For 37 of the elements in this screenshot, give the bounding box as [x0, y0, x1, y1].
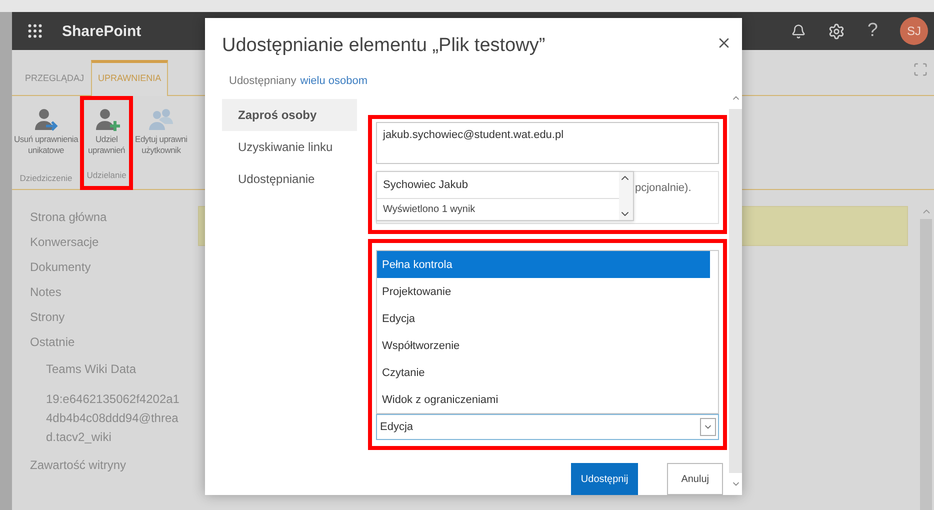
recipient-field[interactable]: jakub.sychowiec@student.wat.edu.pl [376, 122, 719, 164]
nav-link[interactable]: Notes [30, 285, 198, 299]
shared-with-link[interactable]: wielu osobom [300, 75, 368, 87]
nav-link[interactable]: Ostatnie [30, 335, 198, 349]
dialog-title: Udostępnianie elementu „Plik testowy” [222, 35, 546, 57]
settings-icon[interactable] [828, 22, 846, 40]
dialog-menu-item[interactable]: Uzyskiwanie linku [222, 131, 357, 163]
permission-option[interactable]: Pełna kontrola [377, 251, 710, 278]
ribbon-button[interactable]: Udziel uprawnień [86, 100, 128, 170]
nav-link[interactable]: 19:e6462135062f4202a14db4b4c08ddd94@thread.tacv2_wiki [46, 390, 186, 447]
app-name[interactable]: SharePoint [62, 22, 142, 40]
message-placeholder: pcjonalnie). [635, 182, 692, 194]
ribbon-button[interactable]: Edytuj uprawni użytkownik [134, 96, 188, 189]
ribbon-group-label: Udzielanie [86, 170, 126, 182]
ribbon-group-label: Dziedziczenie [20, 173, 72, 185]
permission-select[interactable]: Edycja [376, 414, 719, 440]
result-count: Wyświetlono 1 wynik [382, 203, 476, 217]
nav-link[interactable]: Strony [30, 310, 198, 324]
help-button[interactable]: ? [867, 20, 878, 42]
nav-link[interactable]: Zawartość witryny [30, 458, 198, 472]
share-button[interactable]: Udostępnij [570, 463, 638, 495]
scrollbar[interactable] [729, 87, 742, 495]
suggestion-item[interactable]: Sychowiec Jakub [377, 172, 619, 199]
avatar[interactable]: SJ [900, 17, 928, 45]
dialog-menu-item[interactable]: Udostępnianie [222, 163, 357, 195]
nav-link[interactable]: Dokumenty [30, 260, 198, 274]
nav-link[interactable]: Strona główna [30, 210, 198, 224]
nav-link[interactable]: Konwersacje [30, 235, 198, 249]
dialog-menu-item[interactable]: Zaproś osoby [222, 99, 357, 131]
shared-with-text: Udostępniany [229, 75, 296, 87]
bell-icon[interactable] [791, 24, 806, 38]
app-launcher-icon[interactable] [26, 22, 44, 40]
cancel-button[interactable]: Anuluj [667, 463, 723, 495]
nav-link[interactable]: Teams Wiki Data [46, 360, 186, 379]
message-field[interactable]: Sychowiec Jakub Wyświetlono 1 wynik pcjonalnie). [376, 171, 719, 224]
ribbon-button[interactable]: Usuń uprawnienia unikatowe [13, 96, 80, 173]
ribbon-tab[interactable]: PRZEGLĄDAJ [18, 62, 92, 96]
